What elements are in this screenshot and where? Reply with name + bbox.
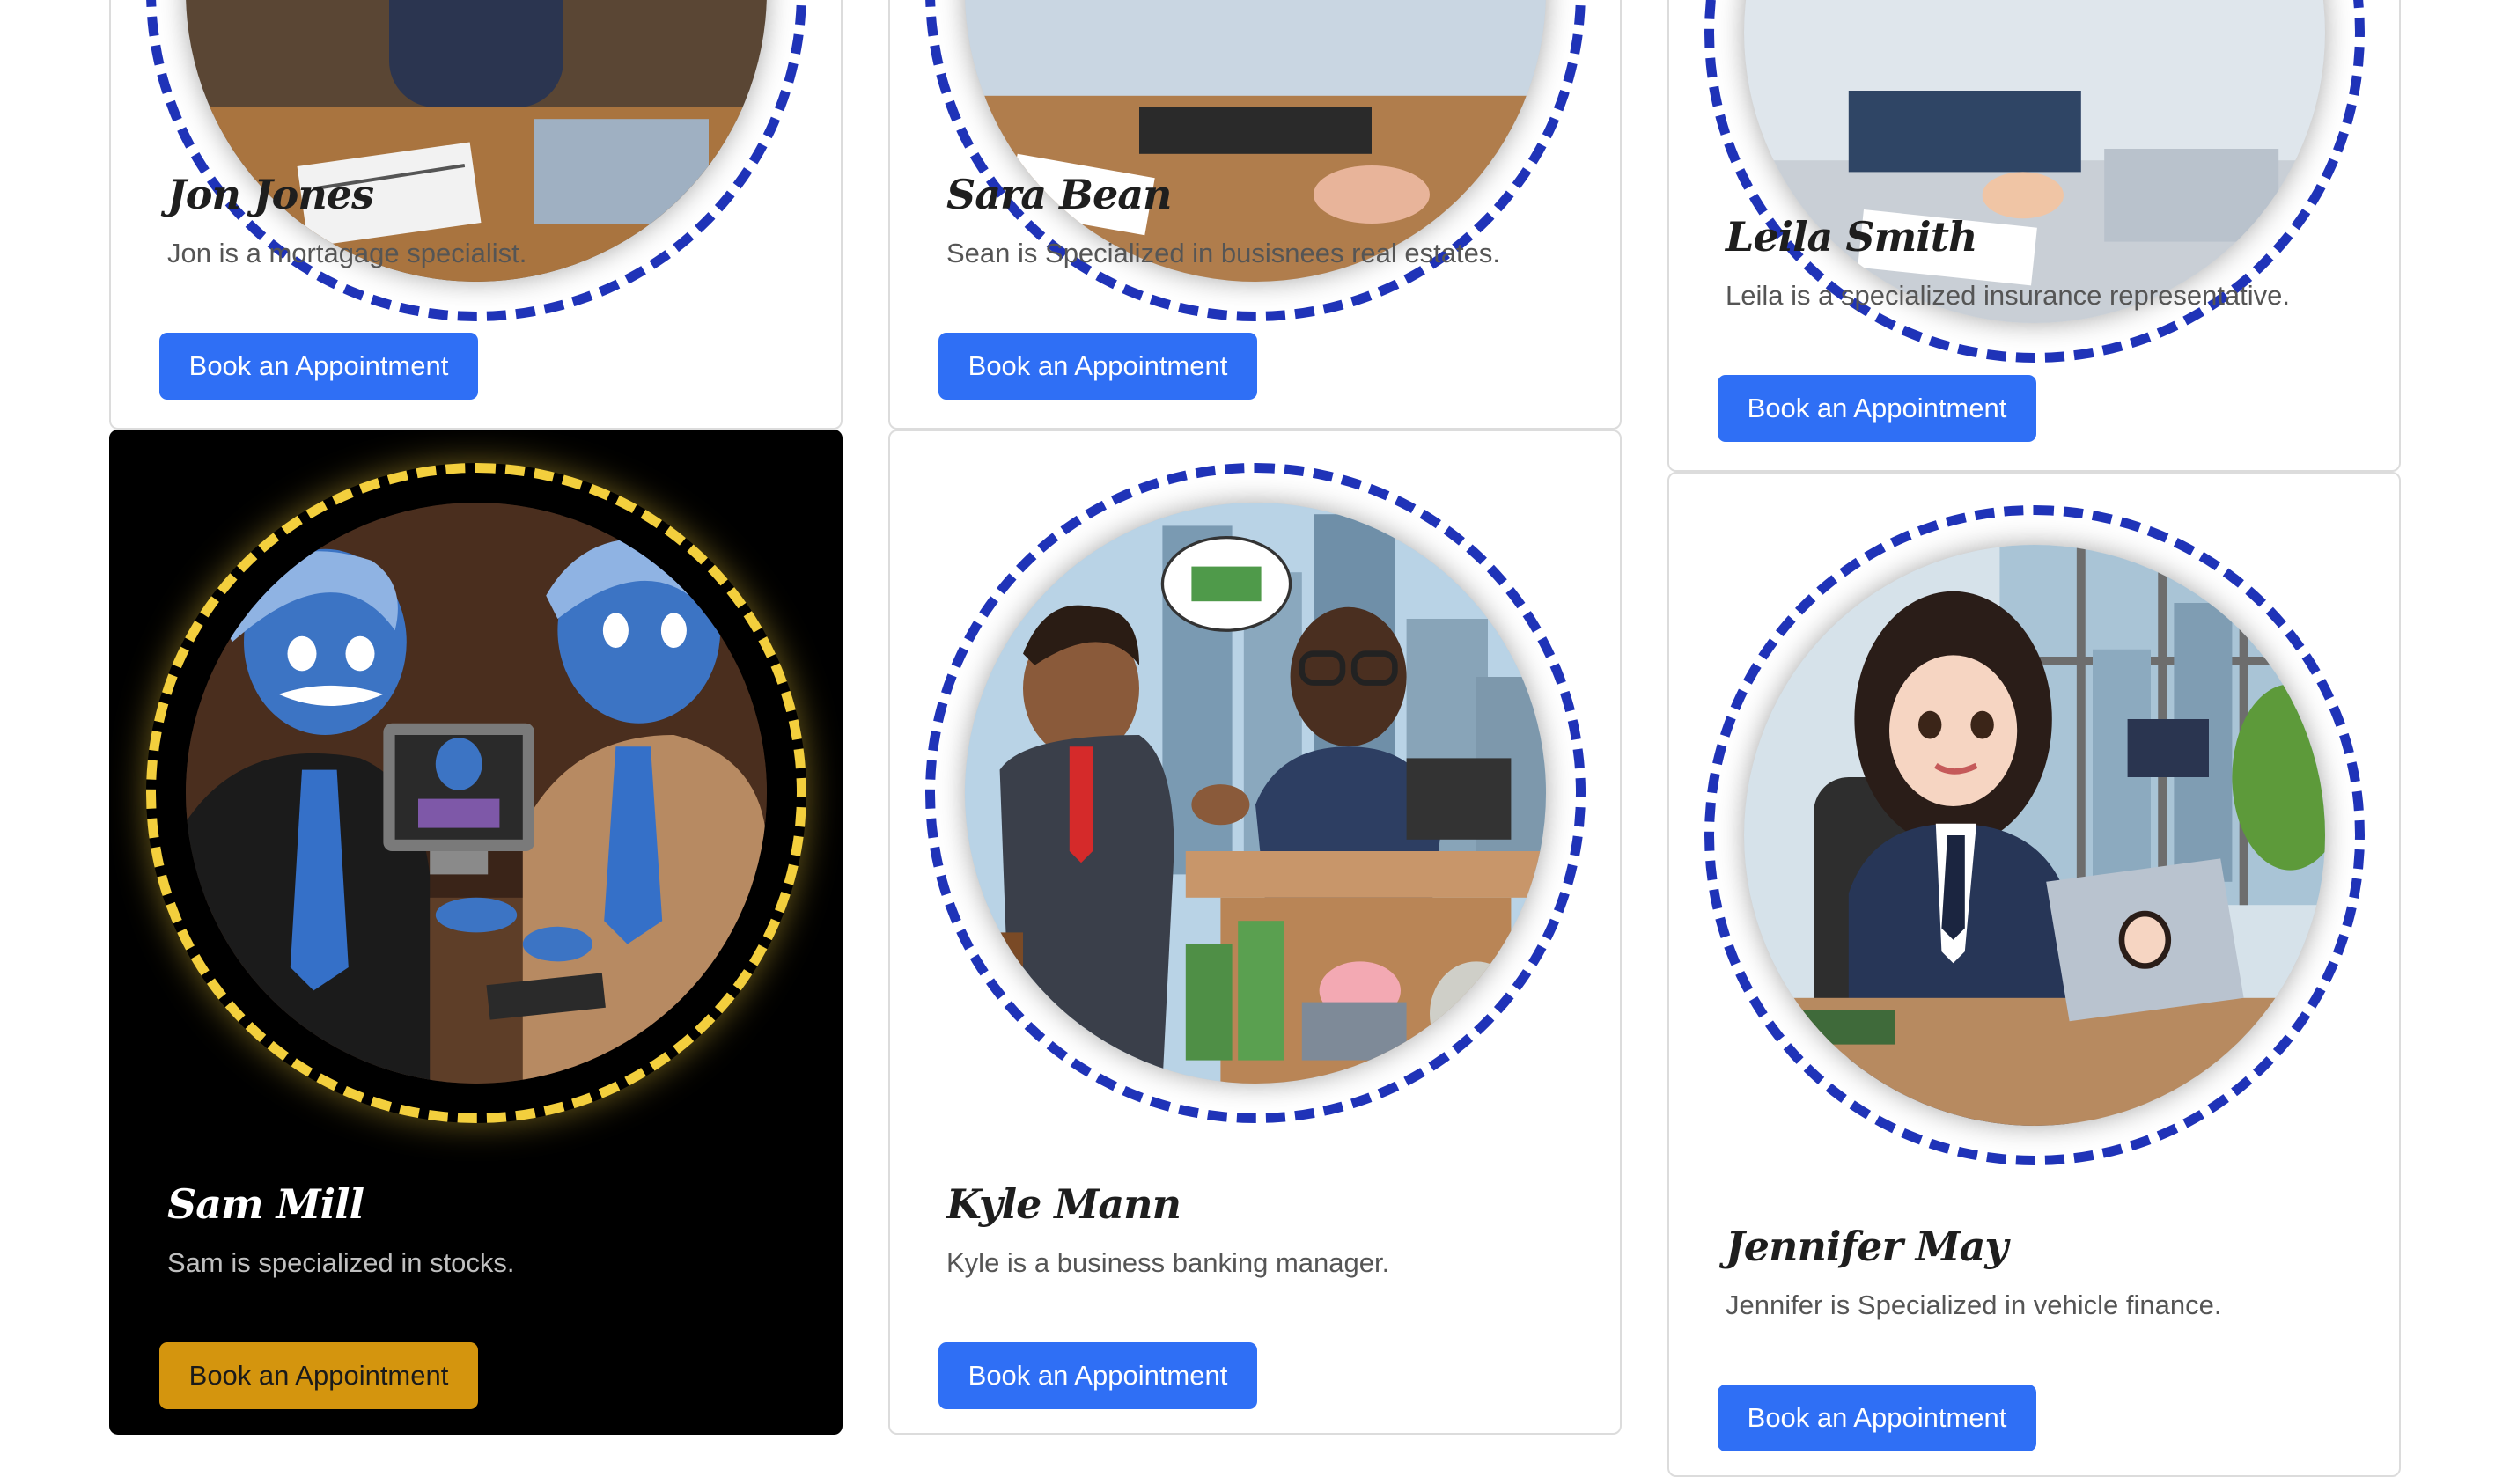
advisor-portrait-image [1744, 545, 2325, 1126]
advisor-description: Leila is a specialized insurance represe… [1726, 280, 2291, 311]
advisor-name: Jon Jones [167, 171, 374, 218]
advisor-portrait-frame [146, 0, 806, 321]
advisor-description: Sam is specialized in stocks. [167, 1247, 515, 1278]
advisor-description: Jon is a mortagage specialist. [167, 238, 527, 268]
book-appointment-button[interactable]: Book an Appointment [1718, 375, 2036, 442]
book-appointment-button[interactable]: Book an Appointment [1718, 1385, 2036, 1451]
advisor-card-jennifer-may: Jennifer May Jennifer is Specialized in … [1667, 472, 2401, 1477]
advisor-card-sara-bean: Sara Bean Sean is Specialized in busisne… [888, 0, 1622, 430]
book-appointment-button[interactable]: Book an Appointment [938, 333, 1257, 400]
advisor-portrait-image [1744, 0, 2325, 323]
book-appointment-button[interactable]: Book an Appointment [938, 1342, 1257, 1409]
book-appointment-button[interactable]: Book an Appointment [159, 1342, 478, 1409]
advisor-name: Jennifer May [1726, 1223, 2008, 1270]
advisor-portrait-frame [925, 463, 1586, 1123]
advisor-name: Sam Mill [167, 1180, 364, 1228]
advisor-portrait-frame [925, 0, 1586, 321]
advisor-description: Kyle is a business banking manager. [946, 1247, 1390, 1278]
advisor-card-sam-mill: Sam Mill Sam is specialized in stocks. B… [109, 430, 843, 1435]
advisor-name: Kyle Mann [946, 1180, 1181, 1228]
advisor-name: Sara Bean [946, 171, 1172, 218]
advisor-portrait-image [186, 503, 767, 1084]
advisor-portrait-image [965, 503, 1546, 1084]
book-appointment-button[interactable]: Book an Appointment [159, 333, 478, 400]
advisor-card-leila-smith: Leila Smith Leila is a specialized insur… [1667, 0, 2401, 472]
advisor-name: Leila Smith [1726, 213, 1977, 261]
advisor-description: Sean is Specialized in busisnees real es… [946, 238, 1500, 268]
advisor-description: Jennifer is Specialized in vehicle finan… [1726, 1289, 2222, 1320]
advisor-card-jon-jones: Jon Jones Jon is a mortagage specialist.… [109, 0, 843, 430]
advisor-portrait-frame [146, 463, 806, 1123]
advisor-card-kyle-mann: Kyle Mann Kyle is a business banking man… [888, 430, 1622, 1435]
advisor-portrait-frame [1704, 505, 2365, 1165]
